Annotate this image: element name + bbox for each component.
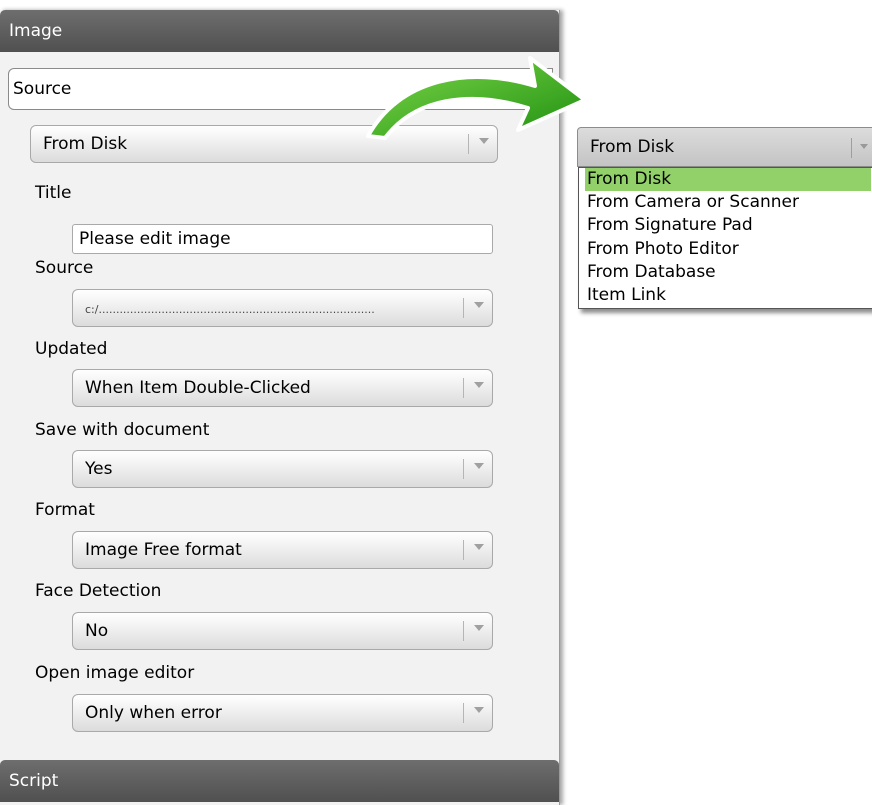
dropdown-option-item-link[interactable]: Item Link bbox=[585, 284, 871, 307]
dropdown-option-from-disk[interactable]: From Disk bbox=[585, 168, 871, 192]
source-path-value: c:/.....................................… bbox=[85, 303, 375, 316]
updated-select[interactable]: When Item Double-Clicked bbox=[72, 369, 493, 407]
combo-separator bbox=[463, 621, 464, 641]
dropdown-option-from-camera-or-scanner[interactable]: From Camera or Scanner bbox=[585, 191, 871, 214]
source-label: Source bbox=[35, 258, 94, 278]
title-input-value: Please edit image bbox=[79, 229, 231, 249]
title-label: Title bbox=[35, 183, 72, 203]
script-section-title: Script bbox=[9, 771, 59, 791]
dropdown-option-from-database[interactable]: From Database bbox=[585, 261, 871, 284]
open-image-editor-value: Only when error bbox=[85, 703, 222, 723]
source-tab-label: Source bbox=[13, 79, 72, 99]
dropdown-select[interactable]: From Disk bbox=[577, 127, 872, 167]
face-detection-label: Face Detection bbox=[35, 581, 162, 601]
format-value: Image Free format bbox=[85, 540, 242, 560]
chevron-down-icon[interactable] bbox=[474, 625, 484, 631]
source-type-dropdown: From Disk From Disk From Camera or Scann… bbox=[577, 124, 872, 313]
combo-separator bbox=[463, 540, 464, 560]
image-section-title: Image bbox=[9, 21, 63, 41]
combo-separator bbox=[463, 459, 464, 479]
source-path-select[interactable]: c:/.....................................… bbox=[72, 289, 493, 327]
combo-separator bbox=[463, 378, 464, 398]
script-section-header[interactable]: Script bbox=[0, 760, 559, 802]
green-curved-arrow-icon bbox=[366, 56, 587, 140]
open-image-editor-select[interactable]: Only when error bbox=[72, 694, 493, 732]
updated-label: Updated bbox=[35, 339, 108, 359]
save-with-document-select[interactable]: Yes bbox=[72, 450, 493, 488]
source-type-value: From Disk bbox=[43, 134, 128, 154]
combo-separator bbox=[463, 703, 464, 723]
title-input[interactable]: Please edit image bbox=[72, 224, 493, 254]
chevron-down-icon[interactable] bbox=[474, 382, 484, 388]
chevron-down-icon[interactable] bbox=[474, 302, 484, 308]
chevron-down-icon[interactable] bbox=[474, 544, 484, 550]
dropdown-selected-value: From Disk bbox=[590, 137, 675, 157]
dropdown-option-from-signature-pad[interactable]: From Signature Pad bbox=[585, 214, 871, 237]
combo-separator bbox=[851, 138, 852, 158]
open-image-editor-label: Open image editor bbox=[35, 663, 195, 683]
combo-separator bbox=[463, 298, 464, 318]
format-label: Format bbox=[35, 500, 95, 520]
chevron-down-icon[interactable] bbox=[474, 463, 484, 469]
updated-value: When Item Double-Clicked bbox=[85, 378, 311, 398]
face-detection-value: No bbox=[85, 621, 109, 641]
dropdown-options-list: From Disk From Camera or Scanner From Si… bbox=[578, 167, 872, 309]
dropdown-option-from-photo-editor[interactable]: From Photo Editor bbox=[585, 238, 871, 261]
chevron-down-icon[interactable] bbox=[860, 144, 868, 149]
save-with-document-label: Save with document bbox=[35, 420, 210, 440]
format-select[interactable]: Image Free format bbox=[72, 531, 493, 569]
chevron-down-icon[interactable] bbox=[474, 707, 484, 713]
save-with-document-value: Yes bbox=[85, 459, 113, 479]
face-detection-select[interactable]: No bbox=[72, 612, 493, 650]
